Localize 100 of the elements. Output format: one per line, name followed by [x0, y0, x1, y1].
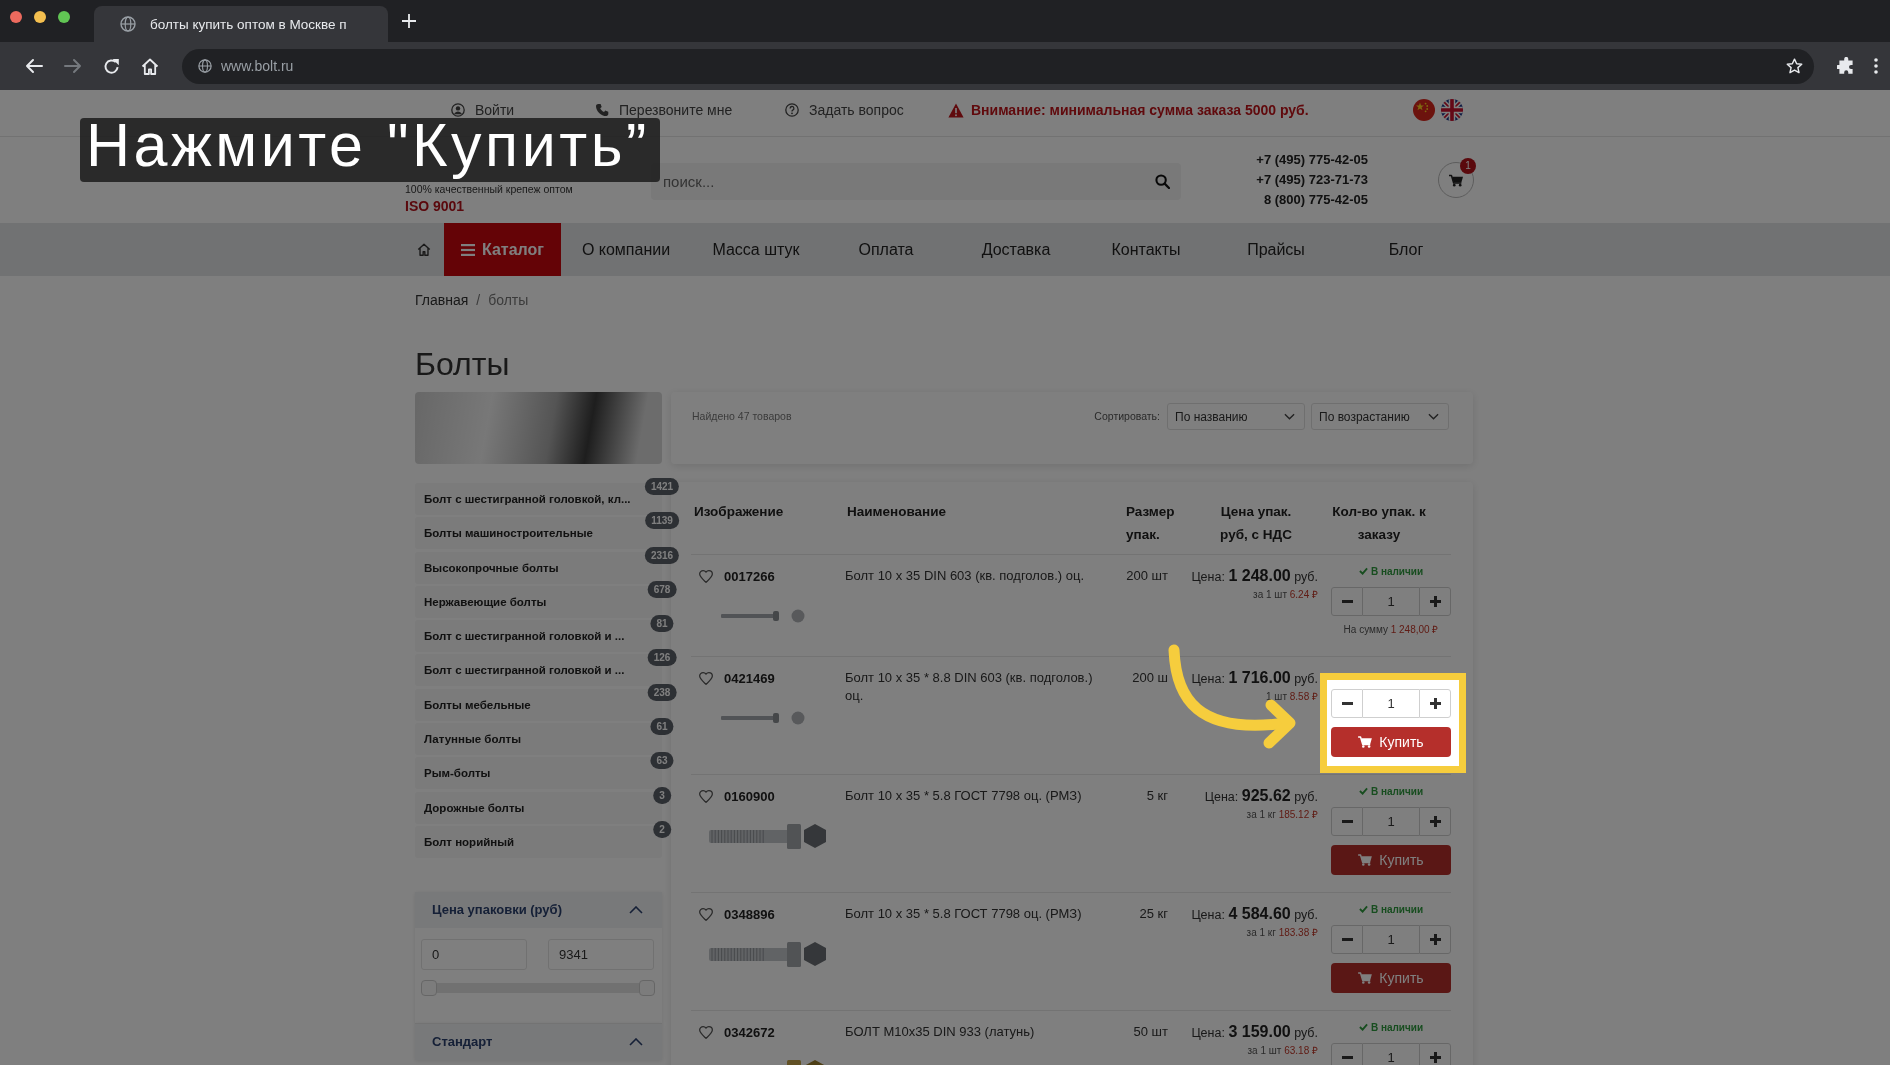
slider-thumb[interactable]	[421, 979, 437, 996]
unit-price-text: за 1 шт 6.24 ₽	[1253, 588, 1318, 601]
nav-link[interactable]: Доставка	[981, 240, 1051, 259]
nav-link[interactable]: Прайсы	[1247, 240, 1305, 259]
minimize-button[interactable]	[34, 11, 46, 23]
close-button[interactable]	[10, 11, 22, 23]
unit-price-text: за 1 кг 183.38 ₽	[1246, 926, 1318, 939]
product-name[interactable]: Болт 10 x 35 * 5.8 ГОСТ 7798 оц. (РМЗ)	[845, 905, 1082, 923]
callback-link[interactable]: Перезвоните мне	[595, 102, 733, 118]
phone-number[interactable]: 8 (800) 775-42-05	[1263, 190, 1368, 210]
zoom-button[interactable]	[58, 11, 70, 23]
sort-select[interactable]: По названию	[1167, 403, 1305, 430]
catalog-button[interactable]: Каталог	[444, 223, 561, 276]
filter-header[interactable]: Стандарт	[415, 1023, 662, 1060]
page-title: Болты	[415, 345, 510, 383]
nav-link[interactable]: Контакты	[1111, 240, 1181, 259]
heart-icon[interactable]	[699, 1025, 713, 1039]
price-text: Цена: 1 248.00 руб.	[1191, 566, 1318, 586]
price-max-field[interactable]: 9341	[548, 938, 654, 970]
stock-status: В наличии	[1370, 903, 1424, 915]
buy-button[interactable]: Купить	[1331, 727, 1451, 757]
column-header: Размер упак.	[1126, 503, 1176, 544]
product-name[interactable]: Болт 10 x 35 * 5.8 ГОСТ 7798 оц. (РМЗ)	[845, 787, 1082, 805]
column-header: Изображение	[694, 503, 784, 521]
price-min-field[interactable]: 0	[421, 938, 527, 970]
decrease-button[interactable]	[1331, 689, 1363, 718]
question-icon	[785, 103, 799, 117]
quantity-field[interactable]: 1	[1363, 807, 1419, 836]
forward-icon[interactable]	[64, 58, 82, 74]
nav-link[interactable]: Блог	[1388, 240, 1424, 259]
product-name[interactable]: Болт 10 x 35 DIN 603 (кв. подголов.) оц.	[845, 567, 1084, 585]
heart-icon[interactable]	[699, 569, 713, 583]
minus-icon	[1341, 600, 1353, 603]
menu-icon	[461, 243, 475, 256]
breadcrumb-current: болты	[488, 291, 529, 309]
breadcrumb-link[interactable]: Главная	[415, 291, 469, 309]
minus-icon	[1341, 702, 1353, 705]
instruction-tooltip: Нажмите "Купить”	[80, 118, 660, 182]
phone-number[interactable]: +7 (495) 723-71-73	[1256, 170, 1368, 190]
slider-thumb[interactable]	[639, 979, 655, 996]
quantity-field[interactable]: 1	[1363, 587, 1419, 616]
column-header: Кол-во упак. к заказу	[1331, 503, 1427, 544]
address-bar[interactable]: www.bolt.ru	[182, 48, 1814, 84]
column-header: Цена упак. руб, с НДС	[1219, 503, 1293, 544]
count-badge: 1421	[644, 478, 680, 495]
plus-icon[interactable]	[402, 14, 416, 28]
column-header: Наименование	[847, 503, 947, 521]
china-flag-icon[interactable]	[1413, 99, 1435, 121]
sort-select[interactable]: По возрастанию	[1311, 403, 1449, 430]
cart-icon	[1358, 736, 1373, 748]
breadcrumb-separator: /	[476, 291, 481, 309]
package-size: 50 шт	[1133, 1023, 1168, 1041]
search-icon[interactable]	[1155, 174, 1170, 189]
chevron-down-icon	[1284, 413, 1295, 420]
package-size: 25 кг	[1139, 905, 1168, 923]
star-icon[interactable]	[1786, 58, 1803, 74]
buy-button[interactable]: Купить	[1331, 963, 1451, 993]
unit-price-text: за 1 кг 185.12 ₽	[1246, 808, 1318, 821]
nav-link[interactable]: Оплата	[858, 240, 914, 259]
heart-icon[interactable]	[699, 789, 713, 803]
search-field[interactable]: поиск...	[651, 163, 1181, 200]
increase-button[interactable]	[1419, 689, 1451, 718]
product-name[interactable]: Болт 10 x 35 * 8.8 DIN 603 (кв. подголов.) оц.	[845, 669, 1100, 705]
product-code: 0342672	[724, 1024, 775, 1040]
product-code: 0348896	[724, 906, 775, 922]
check-icon	[1358, 905, 1368, 913]
quantity-field[interactable]: 1	[1363, 1043, 1419, 1065]
nav-link[interactable]: О компании	[581, 240, 671, 259]
quantity-field[interactable]: 1	[1363, 925, 1419, 954]
login-link[interactable]: Войти	[451, 102, 515, 118]
product-code: 0017266	[724, 568, 775, 584]
stock-status: В наличии	[1370, 1021, 1424, 1033]
menu-icon[interactable]	[1874, 58, 1878, 74]
product-name[interactable]: БОЛТ М10x35 DIN 933 (латунь)	[845, 1023, 1035, 1041]
quantity-field[interactable]: 1	[1363, 689, 1419, 718]
stock-status: В наличии	[1370, 565, 1424, 577]
uk-flag-icon[interactable]	[1441, 99, 1463, 121]
back-icon[interactable]	[25, 58, 43, 74]
puzzle-icon[interactable]	[1837, 57, 1855, 75]
count-badge: 1139	[645, 512, 679, 530]
heart-icon[interactable]	[699, 671, 713, 685]
price-text: Цена: 925.62 руб.	[1204, 786, 1318, 806]
browser-tab[interactable]: болты купить оптом в Москве п	[94, 6, 388, 42]
stock-status: В наличии	[1370, 785, 1424, 797]
certificate-label: ISO 9001	[405, 198, 465, 215]
buy-button[interactable]: Купить	[1331, 845, 1451, 875]
unit-price-text: 1 шт 8.58 ₽	[1266, 690, 1318, 703]
cart-icon	[1449, 173, 1463, 187]
range-slider-track[interactable]	[421, 979, 655, 996]
user-icon	[451, 103, 465, 117]
phone-number[interactable]: +7 (495) 775-42-05	[1256, 150, 1368, 170]
cart-icon	[1358, 854, 1373, 866]
check-icon	[1358, 567, 1368, 575]
unit-price-text: за 1 шт 63.18 ₽	[1247, 1044, 1318, 1057]
filter-header[interactable]: Цена упаковки (руб)	[415, 891, 662, 928]
reload-icon[interactable]	[103, 57, 120, 75]
ask-question-link[interactable]: Задать вопрос	[785, 102, 904, 118]
plus-icon	[1429, 1052, 1441, 1063]
heart-icon[interactable]	[699, 907, 713, 921]
nav-link[interactable]: Масса штук	[712, 240, 800, 259]
